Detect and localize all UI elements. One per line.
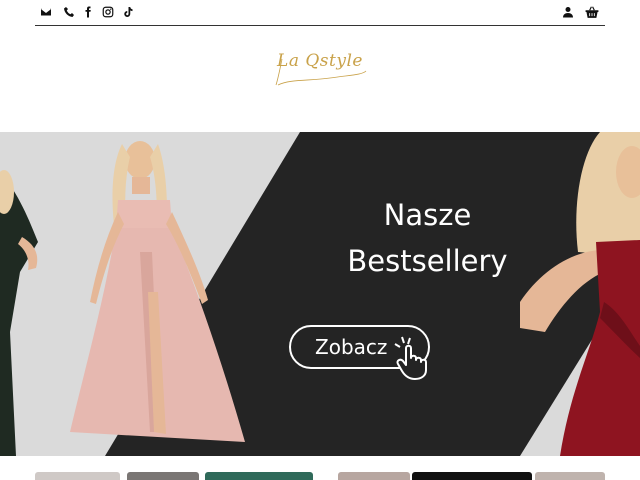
brand-logo[interactable]: La Qstyle (270, 45, 370, 95)
product-thumbnail[interactable] (35, 472, 120, 480)
basket-icon[interactable] (584, 5, 600, 19)
phone-icon[interactable] (62, 5, 76, 19)
product-thumbnail[interactable] (205, 472, 313, 480)
facebook-icon[interactable] (81, 5, 95, 19)
pointer-hand-icon (394, 336, 427, 380)
product-thumbnail[interactable] (412, 472, 532, 480)
tiktok-icon[interactable] (121, 5, 135, 19)
hero-title: Nasze Bestsellery (330, 192, 525, 284)
product-thumbnail[interactable] (127, 472, 199, 480)
user-icon[interactable] (561, 5, 575, 19)
hero-image (0, 132, 640, 456)
instagram-icon[interactable] (101, 5, 115, 19)
product-strip (0, 456, 640, 480)
product-thumbnail[interactable] (535, 472, 605, 480)
top-bar (35, 0, 605, 26)
hero-title-line2: Bestsellery (347, 244, 508, 278)
see-more-button-label: Zobacz (315, 335, 388, 359)
logo-text: La Qstyle (277, 51, 363, 71)
product-thumbnail[interactable] (338, 472, 410, 480)
hero-title-line1: Nasze (383, 198, 472, 232)
email-icon[interactable] (39, 5, 53, 19)
hero-banner: Nasze Bestsellery Zobacz (0, 132, 640, 456)
